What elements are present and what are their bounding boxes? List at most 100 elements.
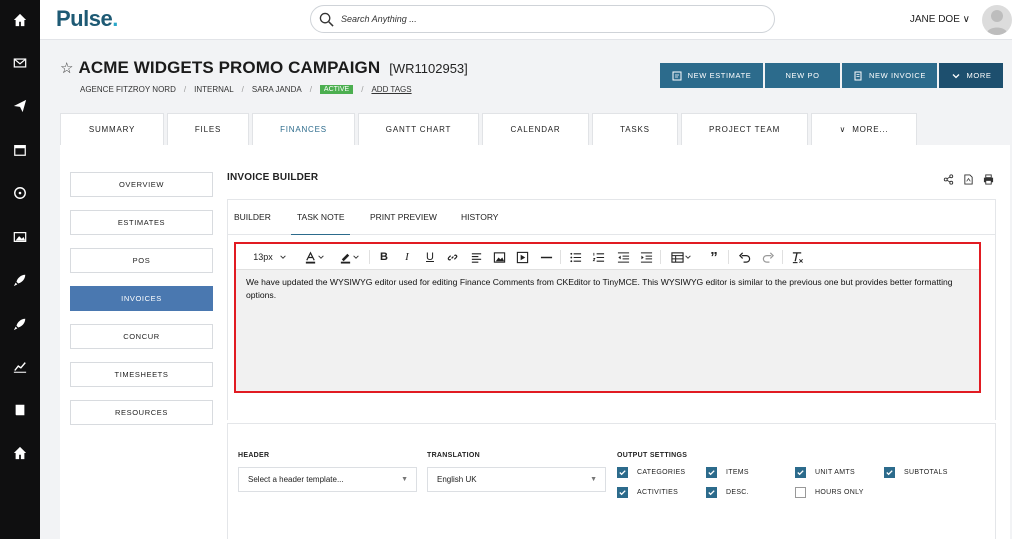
sidenav-item-pos[interactable]: POS bbox=[70, 248, 213, 273]
sidenav-item-resources[interactable]: RESOURCES bbox=[70, 400, 213, 425]
invoice-subtabs: BUILDER TASK NOTE PRINT PREVIEW HISTORY bbox=[227, 199, 996, 236]
more-button[interactable]: MORE bbox=[939, 63, 1003, 88]
hours-only-checkbox[interactable] bbox=[795, 487, 806, 498]
search-input[interactable]: Search Anything ... bbox=[310, 5, 775, 33]
project-tabs: SUMMARY FILES FINANCES GANTT CHART CALEN… bbox=[60, 113, 920, 145]
home-icon[interactable] bbox=[12, 12, 28, 28]
new-invoice-button[interactable]: NEW INVOICE bbox=[842, 63, 937, 88]
star-icon[interactable]: ☆ bbox=[60, 59, 73, 77]
output-settings-label: OUTPUT SETTINGS bbox=[617, 452, 688, 459]
horizontal-rule-button[interactable] bbox=[538, 249, 554, 265]
meta-separator: / bbox=[241, 85, 244, 94]
tab-files[interactable]: FILES bbox=[167, 113, 249, 145]
pdf-icon[interactable] bbox=[958, 174, 978, 185]
finance-sidenav: OVERVIEW ESTIMATES POS INVOICES CONCUR T… bbox=[70, 172, 213, 438]
tab-calendar[interactable]: CALENDAR bbox=[482, 113, 589, 145]
align-left-icon bbox=[471, 252, 481, 263]
insert-image-button[interactable] bbox=[491, 249, 507, 265]
bold-button[interactable]: B bbox=[376, 249, 392, 265]
subtab-builder[interactable]: BUILDER bbox=[234, 212, 271, 222]
header-template-select[interactable]: Select a header template... ▼ bbox=[238, 467, 417, 492]
rich-text-editor[interactable]: 13px B I U ” We have updated the WYSIWYG… bbox=[234, 242, 981, 393]
print-icon[interactable] bbox=[978, 174, 998, 185]
highlight-color-button[interactable] bbox=[335, 249, 363, 265]
clock-icon[interactable] bbox=[12, 185, 28, 201]
table-button[interactable] bbox=[668, 249, 694, 265]
sidenav-item-invoices[interactable]: INVOICES bbox=[70, 286, 213, 311]
editor-content[interactable]: We have updated the WYSIWYG editor used … bbox=[246, 276, 981, 302]
indent-button[interactable] bbox=[638, 249, 654, 265]
project-owner[interactable]: SARA JANDA bbox=[252, 85, 302, 94]
book-icon[interactable] bbox=[12, 402, 28, 418]
tab-more[interactable]: ∨ MORE... bbox=[811, 113, 917, 145]
translation-select[interactable]: English UK ▼ bbox=[427, 467, 606, 492]
tab-label: TASKS bbox=[620, 125, 650, 134]
mail-icon[interactable] bbox=[12, 55, 28, 71]
user-menu[interactable]: JANE DOE ∨ bbox=[910, 14, 970, 25]
send-icon[interactable] bbox=[12, 98, 28, 114]
text-color-button[interactable] bbox=[301, 249, 327, 265]
outdent-button[interactable] bbox=[615, 249, 631, 265]
chevron-down-icon: ∨ bbox=[962, 14, 970, 25]
blockquote-button[interactable]: ” bbox=[706, 249, 722, 266]
new-po-button[interactable]: NEW PO bbox=[765, 63, 840, 88]
home-alt-icon[interactable] bbox=[12, 445, 28, 461]
add-tags-link[interactable]: ADD TAGS bbox=[371, 85, 411, 94]
italic-button[interactable]: I bbox=[399, 249, 415, 265]
tab-finances[interactable]: FINANCES bbox=[252, 113, 355, 145]
tab-project-team[interactable]: PROJECT TEAM bbox=[681, 113, 808, 145]
app-logo[interactable]: Pulse. bbox=[56, 6, 118, 32]
launch-icon[interactable] bbox=[12, 316, 28, 332]
image-icon[interactable] bbox=[12, 229, 28, 245]
activities-checkbox[interactable] bbox=[617, 487, 628, 498]
link-button[interactable] bbox=[444, 249, 460, 265]
tab-tasks[interactable]: TASKS bbox=[592, 113, 678, 145]
insert-media-button[interactable] bbox=[514, 249, 530, 265]
subtab-history[interactable]: HISTORY bbox=[461, 212, 498, 222]
logo-dot: . bbox=[112, 6, 118, 31]
categories-checkbox[interactable] bbox=[617, 467, 628, 478]
sidenav-item-concur[interactable]: CONCUR bbox=[70, 324, 213, 349]
subtotals-checkbox[interactable] bbox=[884, 467, 895, 478]
unit-amts-checkbox[interactable] bbox=[795, 467, 806, 478]
tab-summary[interactable]: SUMMARY bbox=[60, 113, 164, 145]
bullet-list-button[interactable] bbox=[567, 249, 583, 265]
desc-checkbox[interactable] bbox=[706, 487, 717, 498]
numbered-list-button[interactable] bbox=[590, 249, 606, 265]
subtotals-label: SUBTOTALS bbox=[904, 469, 948, 476]
unit-amts-label: UNIT AMTS bbox=[815, 469, 855, 476]
undo-button[interactable] bbox=[736, 249, 752, 265]
project-meta: AGENCE FITZROY NORD / INTERNAL / SARA JA… bbox=[80, 85, 412, 94]
sidenav-label: INVOICES bbox=[121, 294, 162, 303]
rocket-icon[interactable] bbox=[12, 272, 28, 288]
subtab-print-preview[interactable]: PRINT PREVIEW bbox=[370, 212, 437, 222]
new-po-label: NEW PO bbox=[785, 71, 820, 80]
redo-button[interactable] bbox=[760, 249, 776, 265]
dropdown-caret-icon: ▼ bbox=[590, 476, 597, 483]
tab-gantt-chart[interactable]: GANTT CHART bbox=[358, 113, 479, 145]
sidenav-item-overview[interactable]: OVERVIEW bbox=[70, 172, 213, 197]
meta-separator: / bbox=[361, 85, 364, 94]
tab-label: CALENDAR bbox=[510, 125, 561, 134]
client-name[interactable]: AGENCE FITZROY NORD bbox=[80, 85, 176, 94]
calendar-icon[interactable] bbox=[12, 142, 28, 158]
translation-label: TRANSLATION bbox=[427, 452, 480, 459]
subtab-task-note[interactable]: TASK NOTE bbox=[297, 212, 345, 222]
align-button[interactable] bbox=[468, 249, 484, 265]
sidenav-item-estimates[interactable]: ESTIMATES bbox=[70, 210, 213, 235]
share-icon[interactable] bbox=[938, 174, 958, 185]
project-type: INTERNAL bbox=[194, 85, 234, 94]
sidenav-item-timesheets[interactable]: TIMESHEETS bbox=[70, 362, 213, 387]
desc-label: DESC. bbox=[726, 489, 749, 496]
activities-label: ACTIVITIES bbox=[637, 489, 679, 496]
trend-chart-icon[interactable] bbox=[12, 359, 28, 375]
sidenav-label: POS bbox=[132, 256, 151, 265]
font-size-select[interactable]: 13px bbox=[249, 249, 291, 265]
new-estimate-button[interactable]: NEW ESTIMATE bbox=[660, 63, 763, 88]
underline-button[interactable]: U bbox=[422, 249, 438, 265]
items-checkbox[interactable] bbox=[706, 467, 717, 478]
user-name: JANE DOE bbox=[909, 14, 960, 25]
clear-formatting-button[interactable] bbox=[789, 249, 805, 265]
media-icon bbox=[516, 251, 528, 263]
avatar[interactable] bbox=[982, 5, 1012, 35]
